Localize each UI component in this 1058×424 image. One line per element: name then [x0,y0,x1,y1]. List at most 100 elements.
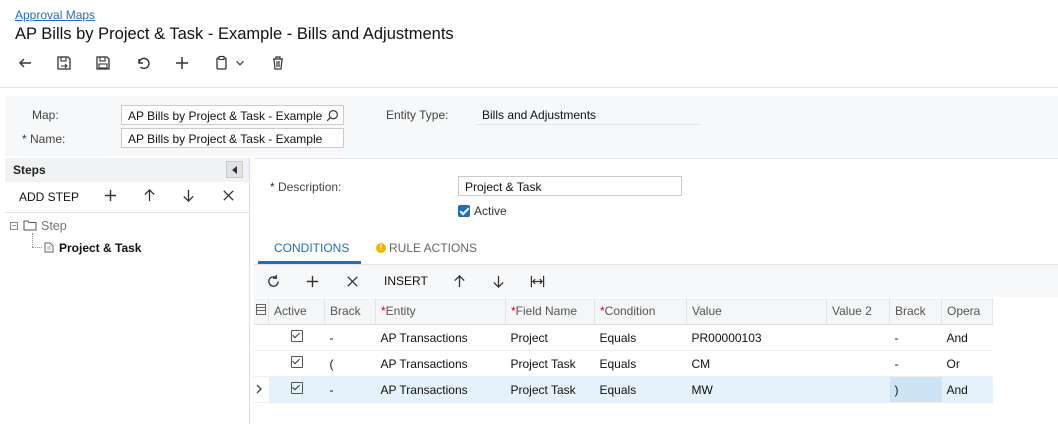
steps-divider [5,212,249,213]
delete-icon[interactable] [267,53,289,73]
name-label: * Name: [22,132,66,146]
table-row[interactable]: ( AP Transactions Project Task Equals CM… [254,350,993,377]
cell-value2[interactable] [826,376,890,403]
row-selector[interactable] [254,324,269,351]
col-brack-close[interactable]: Brack [889,298,942,325]
close-icon[interactable] [219,187,237,203]
cell-value[interactable]: MW [686,376,827,403]
cell-condition[interactable]: Equals [594,324,687,351]
search-icon[interactable] [326,109,339,122]
cell-operator[interactable]: And [941,376,993,403]
entity-type-label: Entity Type: [386,108,449,122]
cell-active[interactable] [268,324,325,351]
cell-operator[interactable]: Or [941,350,993,377]
add-step-button[interactable]: ADD STEP [19,190,79,204]
col-operator[interactable]: Opera [941,298,993,325]
col-value[interactable]: Value [686,298,827,325]
tree-node-project-task[interactable]: Project & Task [59,241,141,255]
cell-field-name[interactable]: Project Task [505,376,595,403]
description-field[interactable]: Project & Task [458,176,682,196]
cell-brack-open[interactable]: - [324,324,376,351]
checkbox-checked-icon[interactable] [290,356,303,368]
tree-line [32,247,42,249]
move-up-icon[interactable] [450,273,468,289]
add-icon[interactable] [171,53,193,73]
tree-node-step[interactable]: Step [41,219,67,233]
entity-type-value: Bills and Adjustments [482,108,597,122]
tab-rule-actions[interactable]: ! RULE ACTIONS [376,241,477,255]
map-label: Map: [32,108,59,122]
col-active[interactable]: Active [268,298,325,325]
cell-operator[interactable]: And [941,324,993,351]
header-divider [0,87,1058,88]
back-icon[interactable] [14,53,36,73]
row-selector-header[interactable] [254,298,269,325]
delete-row-icon[interactable] [343,273,361,289]
steps-title: Steps [13,163,46,177]
checkbox-checked-icon [458,205,470,217]
cell-active[interactable] [268,350,325,377]
move-down-icon[interactable] [489,273,507,289]
steps-header: Steps [5,158,249,182]
col-condition[interactable]: *Condition [594,298,687,325]
col-value2[interactable]: Value 2 [826,298,890,325]
chevron-right-icon [256,384,262,393]
col-entity[interactable]: *Entity [375,298,506,325]
map-field[interactable]: AP Bills by Project & Task - Example [121,105,344,125]
folder-icon [23,220,37,231]
table-row-selected[interactable]: - AP Transactions Project Task Equals MW… [254,376,993,403]
tree-collapse-toggle[interactable]: − [10,222,18,230]
cell-brack-open[interactable]: ( [324,350,376,377]
active-tab-indicator [258,261,361,264]
grid-toolbar: INSERT [254,265,1058,297]
cell-value2[interactable] [826,350,890,377]
cell-brack-open[interactable]: - [324,376,376,403]
cell-brack-close[interactable]: - [889,350,942,377]
cell-brack-close[interactable]: ) [889,376,942,403]
cell-field-name[interactable]: Project Task [505,350,595,377]
cell-condition[interactable]: Equals [594,350,687,377]
active-checkbox[interactable]: Active [458,204,507,218]
cell-entity[interactable]: AP Transactions [375,324,506,351]
cell-value[interactable]: PR00000103 [686,324,827,351]
row-selector[interactable] [254,350,269,377]
table-row[interactable]: - AP Transactions Project Equals PR00000… [254,324,993,351]
refresh-icon[interactable] [264,273,282,289]
cell-condition[interactable]: Equals [594,376,687,403]
name-field[interactable]: AP Bills by Project & Task - Example [121,128,344,148]
map-value: AP Bills by Project & Task - Example [128,109,323,123]
save-icon[interactable] [92,53,114,73]
arrow-up-icon[interactable] [140,187,158,203]
fit-columns-icon[interactable] [528,273,546,289]
cell-brack-close[interactable]: - [889,324,942,351]
arrow-down-icon[interactable] [179,187,197,203]
save-close-icon[interactable] [53,53,75,73]
warning-icon: ! [376,243,386,253]
tab-bar: CONDITIONS ! RULE ACTIONS [254,230,1058,265]
grid-header-row: Active Brack *Entity *Field Name *Condit… [254,298,993,325]
tree-line [32,233,34,247]
breadcrumb-approval-maps[interactable]: Approval Maps [15,8,95,22]
chevron-down-icon[interactable] [233,53,247,73]
copy-paste-icon[interactable] [211,53,233,73]
cell-entity[interactable]: AP Transactions [375,376,506,403]
add-icon[interactable] [101,187,119,203]
column-chooser-icon[interactable] [256,304,266,315]
tab-conditions[interactable]: CONDITIONS [274,241,349,255]
cell-value2[interactable] [826,324,890,351]
undo-icon[interactable] [132,53,154,73]
checkbox-checked-icon[interactable] [290,382,303,394]
collapse-panel-button[interactable] [226,161,243,178]
row-selector[interactable] [254,376,269,403]
insert-button[interactable]: INSERT [384,274,428,288]
col-field-name[interactable]: *Field Name [505,298,595,325]
cell-active[interactable] [268,376,325,403]
checkbox-checked-icon[interactable] [290,330,303,342]
active-label: Active [474,204,507,218]
cell-field-name[interactable]: Project [505,324,595,351]
cell-entity[interactable]: AP Transactions [375,350,506,377]
cell-value[interactable]: CM [686,350,827,377]
description-label: * Description: [270,180,342,194]
add-row-icon[interactable] [303,273,321,289]
col-brack-open[interactable]: Brack [324,298,376,325]
